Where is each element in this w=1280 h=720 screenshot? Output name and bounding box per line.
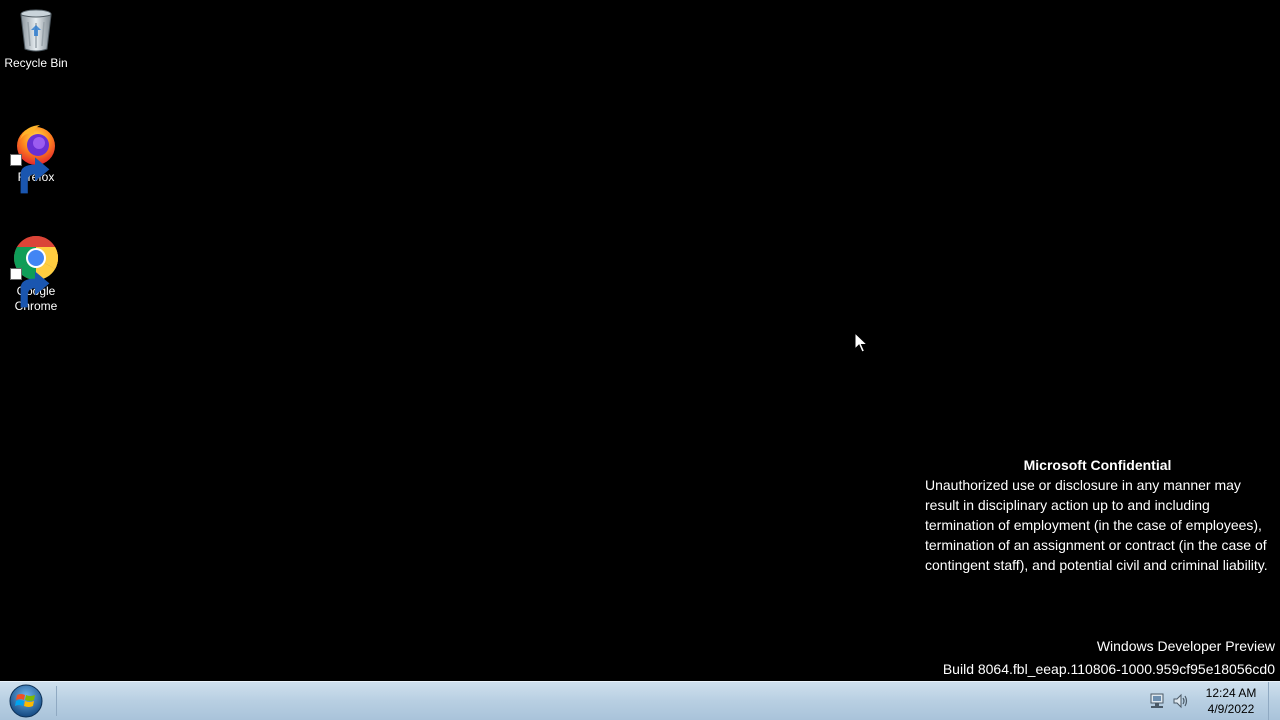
show-desktop-button[interactable] — [1268, 682, 1280, 720]
confidential-notice: Microsoft Confidential Unauthorized use … — [925, 455, 1270, 575]
confidential-title: Microsoft Confidential — [1023, 457, 1172, 473]
desktop-icon-firefox[interactable]: Firefox — [4, 120, 68, 194]
clock-time: 12:24 AM — [1205, 686, 1257, 700]
recycle-bin-icon — [12, 6, 60, 54]
clock-date: 4/9/2022 — [1207, 702, 1255, 716]
system-tray: 12:24 AM 4/9/2022 — [1148, 682, 1280, 720]
desktop-icon-recycle-bin[interactable]: Recycle Bin — [4, 6, 68, 71]
taskbar-separator — [56, 686, 57, 716]
build-watermark: Windows Developer Preview Build 8064.fbl… — [943, 635, 1275, 681]
volume-icon[interactable] — [1172, 692, 1190, 710]
watermark-build: Build 8064.fbl_eeap.110806-1000.959cf95e… — [942, 661, 1275, 677]
taskbar-clock[interactable]: 12:24 AM 4/9/2022 — [1196, 685, 1266, 717]
chrome-icon — [10, 234, 60, 308]
desktop-icon-label: Recycle Bin — [4, 56, 68, 70]
confidential-body: Unauthorized use or disclosure in any ma… — [925, 477, 1268, 573]
shortcut-arrow-icon — [10, 268, 50, 308]
desktop-icon-google-chrome[interactable]: Google Chrome — [4, 234, 68, 314]
firefox-icon — [10, 120, 60, 194]
watermark-product: Windows Developer Preview — [1096, 638, 1275, 654]
start-button[interactable] — [4, 683, 48, 719]
mouse-cursor-icon — [854, 332, 868, 353]
taskbar: 12:24 AM 4/9/2022 — [0, 681, 1280, 720]
network-icon[interactable] — [1148, 692, 1166, 710]
windows-logo-icon — [9, 684, 43, 718]
shortcut-arrow-icon — [10, 154, 50, 194]
